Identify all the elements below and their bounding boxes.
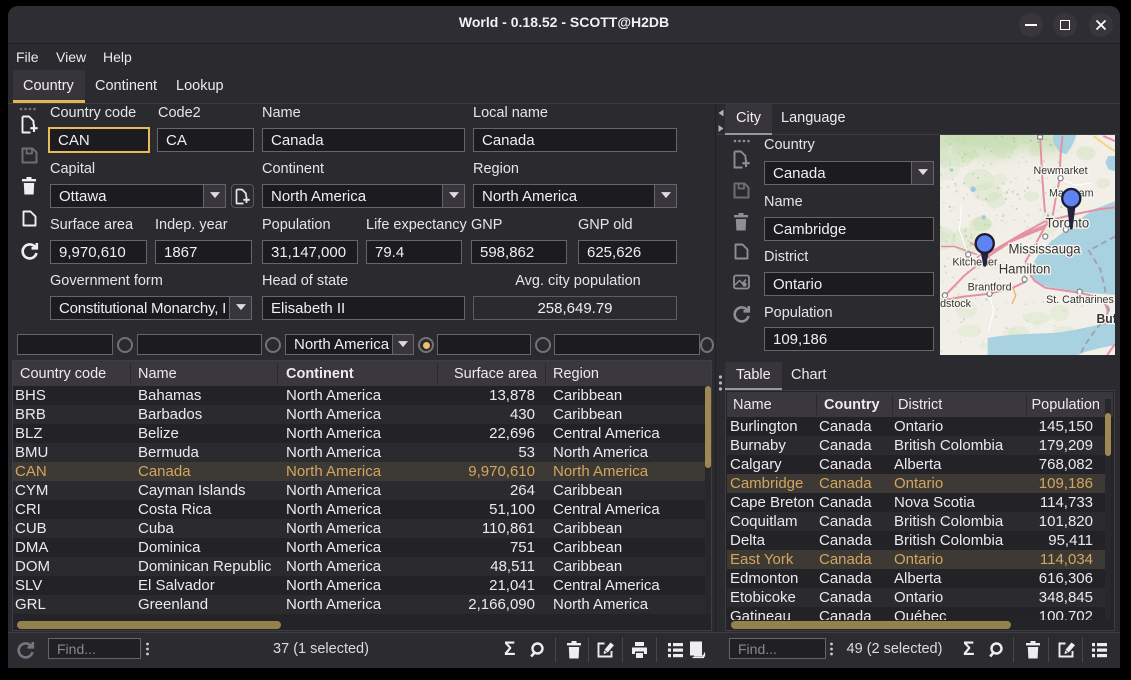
svg-text:Mississauga: Mississauga [1008, 241, 1081, 256]
svg-text:Brantford: Brantford [968, 282, 1012, 294]
svg-text:Kitchener: Kitchener [952, 256, 997, 268]
svg-text:Newmarket: Newmarket [1034, 165, 1088, 177]
svg-text:Hamilton: Hamilton [999, 261, 1051, 276]
svg-text:odstock: odstock [940, 298, 972, 310]
svg-text:Buffal: Buffal [1097, 312, 1115, 326]
svg-text:Toronto: Toronto [1045, 215, 1089, 230]
svg-text:St. Catharines: St. Catharines [1046, 294, 1114, 306]
